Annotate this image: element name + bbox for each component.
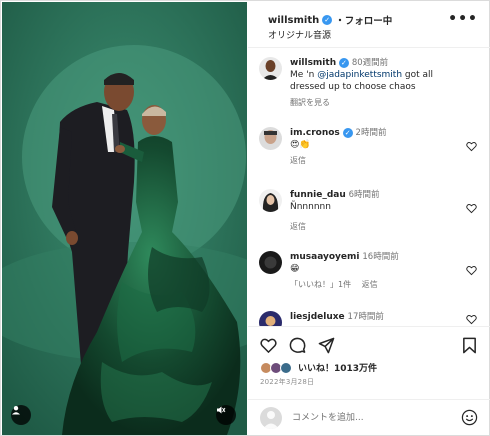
heart-icon[interactable]	[466, 203, 477, 214]
comment-time: 6時間前	[348, 190, 380, 200]
verified-badge-icon: ✓	[338, 58, 349, 68]
audio-link[interactable]: オリジナル音源	[268, 28, 331, 41]
post-header: willsmith ✓ ・フォロー中 オリジナル音源 •••	[248, 2, 490, 48]
heart-icon[interactable]	[260, 337, 277, 354]
heart-icon[interactable]	[466, 314, 477, 325]
comments-list[interactable]: willsmith ✓ 80週間前 Me 'n @jadapinkettsmit…	[248, 49, 490, 326]
avatar[interactable]	[259, 189, 282, 212]
comment-time: 2時間前	[355, 128, 387, 138]
header-username[interactable]: willsmith	[268, 15, 319, 26]
bookmark-icon[interactable]	[461, 337, 478, 354]
reply-button[interactable]: 返信	[290, 221, 460, 232]
comment-input[interactable]	[292, 411, 442, 425]
share-icon[interactable]	[318, 337, 335, 354]
reply-button[interactable]: 返信	[362, 280, 378, 289]
comment-text: 😁	[290, 264, 300, 274]
avatar[interactable]	[259, 127, 282, 150]
likes-count[interactable]: いいね！1013万件	[298, 361, 377, 374]
comment-likes[interactable]: 「いいね！」1件	[290, 280, 351, 289]
avatar[interactable]	[259, 251, 282, 274]
add-comment-row	[248, 399, 490, 435]
comment-text: Ñnnnnnn	[290, 202, 331, 212]
comment-username[interactable]: funnie_dau	[290, 190, 346, 200]
comment-text: 😍👏	[290, 140, 311, 150]
avatar[interactable]	[259, 311, 282, 326]
comment-icon[interactable]	[289, 337, 306, 354]
post-side-panel: willsmith ✓ ・フォロー中 オリジナル音源 ••• willsmith…	[248, 2, 490, 435]
caption-time: 80週間前	[351, 58, 389, 68]
more-icon[interactable]: •••	[448, 11, 478, 27]
translate-link[interactable]: 翻訳を見る	[290, 97, 460, 108]
comment-username[interactable]: musaayoyemi	[290, 252, 360, 262]
avatar	[280, 361, 292, 374]
avatar[interactable]	[259, 57, 282, 80]
verified-badge-icon: ✓	[342, 128, 353, 138]
comment-username[interactable]: im.cronos	[290, 128, 340, 138]
likes-row: いいね！1013万件	[260, 361, 377, 374]
caption-text: Me 'n @jadapinkettsmith got all dressed …	[290, 70, 434, 92]
post-date[interactable]: 2022年3月28日	[260, 377, 314, 387]
reply-button[interactable]: 返信	[290, 155, 460, 166]
caption-body: willsmith ✓ 80週間前 Me 'n @jadapinkettsmit…	[290, 57, 460, 108]
mute-button[interactable]	[216, 405, 236, 425]
mute-icon	[217, 406, 226, 414]
post-actions: いいね！1013万件 2022年3月28日	[248, 326, 490, 435]
verified-badge-icon: ✓	[322, 15, 333, 25]
comment-time: 16時間前	[362, 252, 399, 262]
avatar	[260, 407, 282, 429]
video-frame	[2, 2, 247, 435]
heart-icon[interactable]	[466, 141, 477, 152]
header-user-row: willsmith ✓ ・フォロー中	[268, 13, 392, 28]
emoji-icon[interactable]	[461, 409, 478, 426]
follow-status[interactable]: ・フォロー中	[335, 13, 392, 27]
comment-username[interactable]: liesjdeluxe	[290, 312, 345, 322]
user-icon	[12, 406, 20, 415]
post-dialog: willsmith ✓ ・フォロー中 オリジナル音源 ••• willsmith…	[0, 0, 490, 436]
post-video[interactable]	[2, 2, 247, 435]
caption-username[interactable]: willsmith	[290, 58, 336, 68]
comment-time: 17時間前	[347, 312, 384, 322]
tagged-user-button[interactable]	[11, 405, 31, 425]
heart-icon[interactable]	[466, 265, 477, 276]
mention-link[interactable]: @jadapinkettsmith	[317, 70, 402, 80]
